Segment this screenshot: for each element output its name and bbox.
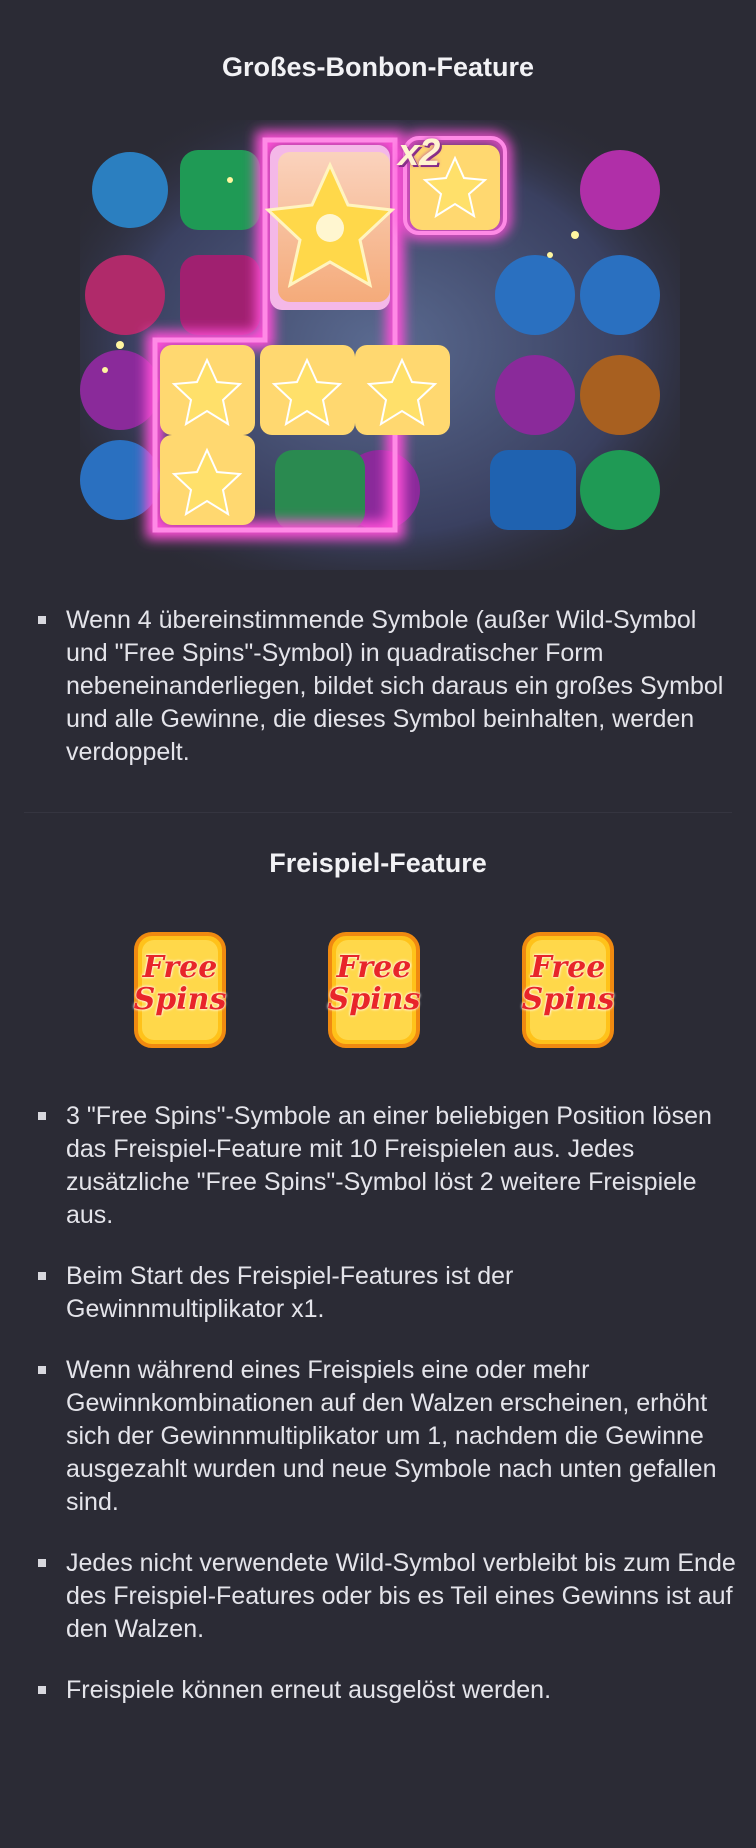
list-item: Freispiele können erneut ausgelöst werde… <box>36 1674 736 1707</box>
free-spins-label-line1: Free <box>336 950 412 985</box>
section-divider <box>24 812 732 813</box>
list-item: Wenn 4 übereinstimmende Symbole (außer W… <box>36 604 736 769</box>
free-spins-label-line2: Spins <box>327 982 421 1017</box>
list-item: Beim Start des Freispiel-Features ist de… <box>36 1260 736 1326</box>
list-item: Jedes nicht verwendete Wild-Symbol verbl… <box>36 1547 736 1646</box>
free-spins-label-line2: Spins <box>521 982 615 1017</box>
list-item: Wenn während eines Freispiels eine oder … <box>36 1354 736 1519</box>
bullet-icon <box>38 1272 46 1280</box>
bullet-text: Jedes nicht verwendete Wild-Symbol verbl… <box>66 1549 736 1643</box>
bullet-text: Wenn während eines Freispiels eine oder … <box>66 1356 717 1516</box>
free-spins-icon: Free Spins <box>520 930 616 1050</box>
free-spins-icon: Free Spins <box>132 930 228 1050</box>
bonbon-bullet-list: Wenn 4 übereinstimmende Symbole (außer W… <box>36 604 736 769</box>
bullet-icon <box>38 616 46 624</box>
freespin-bullet-list: 3 "Free Spins"-Symbole an einer beliebig… <box>36 1100 736 1735</box>
section-title-bonbon: Großes-Bonbon-Feature <box>221 52 534 82</box>
free-spins-label-line1: Free <box>530 950 606 985</box>
bullet-text: 3 "Free Spins"-Symbole an einer beliebig… <box>66 1102 712 1229</box>
free-spins-label-line2: Spins <box>133 982 227 1017</box>
bullet-icon <box>38 1559 46 1567</box>
big-candy-illustration: x2 <box>80 120 680 570</box>
free-spins-icon: Free Spins <box>326 930 422 1050</box>
multiplier-badge: x2 <box>398 132 441 174</box>
list-item: 3 "Free Spins"-Symbole an einer beliebig… <box>36 1100 736 1232</box>
bullet-text: Beim Start des Freispiel-Features ist de… <box>66 1262 514 1323</box>
free-spins-label-line1: Free <box>142 950 218 985</box>
bullet-text: Wenn 4 übereinstimmende Symbole (außer W… <box>66 606 724 766</box>
bullet-icon <box>38 1112 46 1120</box>
section-title-freespin: Freispiel-Feature <box>269 848 487 878</box>
bullet-text: Freispiele können erneut ausgelöst werde… <box>66 1676 552 1704</box>
bullet-icon <box>38 1366 46 1374</box>
bullet-icon <box>38 1686 46 1694</box>
